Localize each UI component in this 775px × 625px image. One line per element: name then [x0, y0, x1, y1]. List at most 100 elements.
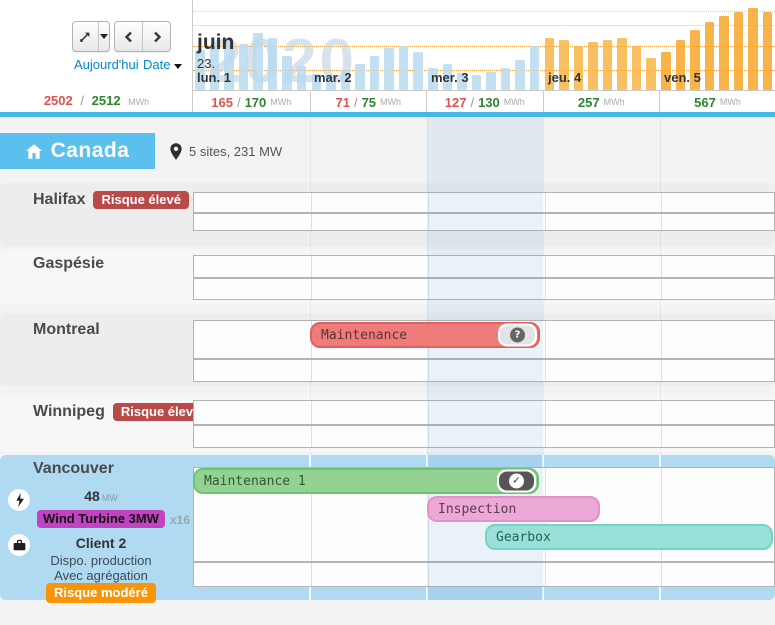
date-link[interactable]: Date	[143, 57, 182, 72]
column-line	[661, 321, 662, 358]
site-label-vancouver: Vancouver	[33, 460, 114, 478]
day-label: jeu. 4	[548, 70, 581, 85]
power-icon-circle	[8, 489, 30, 511]
event-bar-maintenance[interactable]: Maintenance ?	[310, 322, 540, 348]
zoom-button-group	[72, 21, 110, 52]
column-line	[311, 256, 312, 277]
site-label-winnipeg: Winnipeg Risque élevé	[33, 403, 208, 421]
column-line	[661, 426, 662, 447]
forecast-bar	[472, 75, 482, 90]
map-pin-icon	[170, 143, 182, 160]
column-line	[661, 563, 662, 586]
column-line	[545, 279, 546, 299]
site-name[interactable]: Halifax	[33, 191, 85, 209]
column-line	[311, 563, 312, 586]
day-total: 127 / 130 MWh	[426, 91, 543, 113]
chevron-down-icon	[100, 34, 108, 39]
forecast-bar	[646, 58, 656, 90]
site-name[interactable]: Gaspésie	[33, 255, 104, 273]
zoom-caret-button[interactable]	[98, 22, 109, 51]
column-line	[661, 279, 662, 299]
event-bar-gearbox[interactable]: Gearbox	[485, 524, 773, 550]
timeline-track[interactable]	[193, 400, 775, 425]
column-line	[428, 279, 429, 299]
timeline-track[interactable]	[193, 359, 775, 382]
region-summary: 5 sites, 231 MW	[170, 133, 282, 169]
day-totals-row: 165 / 170 MWh 71 / 75 MWh 127 / 130 MWh …	[193, 90, 775, 112]
today-link[interactable]: Aujourd'hui	[74, 57, 139, 72]
site-label-gaspesie: Gaspésie	[33, 255, 104, 273]
nav-button-group	[114, 21, 171, 52]
forecast-bar	[588, 42, 598, 90]
home-icon	[26, 144, 42, 159]
chevron-left-icon	[124, 31, 134, 43]
lightning-bolt-icon	[14, 493, 25, 507]
forecast-bar	[501, 68, 511, 90]
timeline-track[interactable]	[193, 425, 775, 448]
forecast-bar	[486, 72, 496, 90]
site-label-montreal: Montreal	[33, 321, 100, 339]
briefcase-icon	[13, 539, 26, 551]
column-line	[661, 193, 662, 212]
column-line	[661, 401, 662, 424]
column-line	[311, 426, 312, 447]
header-toolbar: Aujourd'hui Date 2502 / 2512 MWh	[0, 0, 193, 112]
column-line	[661, 256, 662, 277]
timeline-track[interactable]	[193, 562, 775, 587]
forecast-bar	[734, 12, 744, 90]
help-icon: ?	[510, 328, 525, 343]
check-icon: ✓	[509, 474, 524, 489]
header-divider	[0, 112, 775, 117]
next-button[interactable]	[142, 22, 170, 51]
forecast-bar	[763, 12, 773, 90]
column-line	[428, 401, 429, 424]
column-line	[311, 279, 312, 299]
event-bar-maintenance-1[interactable]: Maintenance 1 ✓	[193, 468, 539, 494]
event-bar-inspection[interactable]: Inspection	[427, 496, 600, 522]
column-line	[545, 360, 546, 381]
timeline-track[interactable]	[193, 213, 775, 231]
column-line	[428, 256, 429, 277]
column-line	[428, 360, 429, 381]
timeline-track[interactable]	[193, 255, 775, 278]
forecast-bar	[719, 16, 729, 90]
risk-moderate-badge: Risque modéré	[36, 583, 166, 603]
timeline-track[interactable]	[193, 192, 775, 213]
risk-badge: Risque élevé	[93, 191, 189, 209]
column-line	[545, 214, 546, 230]
forecast-bar	[399, 46, 409, 90]
column-line	[545, 256, 546, 277]
forecast-bar	[617, 38, 627, 90]
column-line	[428, 426, 429, 447]
region-name: Canada	[51, 139, 130, 163]
chevron-right-icon	[152, 31, 162, 43]
forecast-bar	[705, 22, 715, 90]
prev-button[interactable]	[115, 22, 142, 51]
column-line	[545, 426, 546, 447]
column-line	[311, 193, 312, 212]
day-total: 567 MWh	[659, 91, 775, 113]
site-name[interactable]: Winnipeg	[33, 403, 105, 421]
column-line	[545, 193, 546, 212]
region-banner-canada[interactable]: Canada	[0, 133, 155, 169]
aggregation-label: Avec agrégation	[36, 568, 166, 583]
site-name[interactable]: Vancouver	[33, 460, 114, 478]
site-power: 48MW	[36, 488, 166, 506]
client-icon-circle	[8, 534, 30, 556]
site-name[interactable]: Montreal	[33, 321, 100, 339]
event-status-badge: ?	[498, 324, 537, 347]
column-line	[661, 214, 662, 230]
timeline-track[interactable]	[193, 278, 775, 300]
forecast-bar	[282, 56, 292, 90]
forecast-bar	[603, 40, 613, 90]
day-total: 165 / 170 MWh	[193, 91, 310, 113]
column-line	[428, 193, 429, 212]
column-line	[661, 360, 662, 381]
forecast-bar	[253, 33, 263, 90]
column-line	[311, 401, 312, 424]
zoom-extent-button[interactable]	[73, 22, 98, 51]
column-line	[545, 563, 546, 586]
grand-total: 2502 / 2512 MWh	[0, 93, 193, 108]
turbine-model: Wind Turbine 3MW	[36, 510, 166, 528]
forecast-bar	[239, 44, 249, 90]
